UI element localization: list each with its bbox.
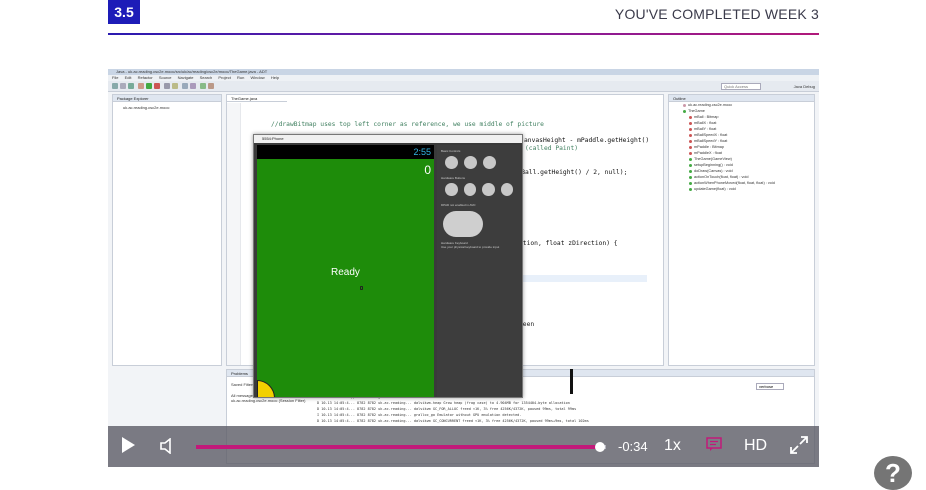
control-row: [437, 153, 521, 172]
code-fragment: anvasHeight - mPaddle.getHeight(): [524, 137, 650, 144]
outline-list: uk.ac.reading.csc2e.mooc TheGame mBall :…: [669, 102, 814, 192]
ide-menu-item: Navigate: [177, 75, 194, 80]
toolbar-icon: [112, 83, 118, 89]
ready-text: Ready: [331, 267, 360, 278]
logcat-table: L Time PID TID Application Tag Text D 10…: [317, 394, 817, 424]
playback-speed-button[interactable]: 1x: [664, 437, 681, 455]
basic-controls-label: Basic Controls: [441, 149, 461, 153]
toolbar-icon: [128, 83, 134, 89]
log-level-select: verbose: [756, 383, 784, 390]
toolbar-icon: [146, 83, 152, 89]
toolbar-icon: [172, 83, 178, 89]
logcat-row: D 10-13 14:05:4... 8782 8782 uk.ac.readi…: [317, 419, 589, 423]
game-score: 0: [424, 163, 431, 177]
page: 3.5 YOU'VE COMPLETED WEEK 3 Java - uk.ac…: [0, 0, 926, 490]
outline-item: updateGame(float) : void: [669, 186, 814, 192]
android-emulator-window: 5554:Phone 2:55 0 Ready Basic Controls H: [253, 134, 523, 398]
header-divider: [108, 33, 819, 35]
outline-tab: Outline: [669, 95, 814, 102]
code-line: //drawBitmap uses top left corner as ref…: [271, 121, 544, 128]
ide-menu-item: Help: [270, 75, 280, 80]
editor-gutter: [227, 103, 241, 365]
ide-menu-item: Refactor: [137, 75, 153, 80]
mouse-cursor-icon: [360, 286, 363, 290]
hardware-buttons-label: Hardware Buttons: [441, 176, 466, 180]
week-complete-title: YOU'VE COMPLETED WEEK 3: [614, 6, 819, 22]
fullscreen-icon[interactable]: [790, 436, 808, 454]
ide-menu-item: Project: [218, 75, 231, 80]
toolbar-icon: [164, 83, 170, 89]
editor-tab: TheGame.java: [227, 95, 287, 102]
toolbar-icon: [190, 83, 196, 89]
emulator-controls: Basic Controls Hardware Buttons DPAD not…: [437, 145, 521, 397]
toolbar-icon: [120, 83, 126, 89]
paddle-icon: [257, 380, 275, 397]
package-explorer: Package Explorer uk.ac.reading.csc2e.moo…: [112, 94, 222, 366]
dpad-label: DPAD not enabled in AVD: [441, 203, 476, 207]
ide-menu-item: Search: [199, 75, 213, 80]
help-button[interactable]: ?: [874, 456, 912, 490]
ide-menu-item: Source: [158, 75, 172, 80]
transcript-icon[interactable]: [706, 437, 722, 451]
emulator-title: 5554:Phone: [254, 135, 522, 143]
keyboard-hint: Use your physical keyboard to provide in…: [441, 245, 500, 249]
video-control-bar: -0:34 1x HD: [108, 426, 819, 467]
control-row: [437, 180, 521, 199]
step-number-badge: 3.5: [108, 0, 140, 24]
package-explorer-tab: Package Explorer: [113, 95, 221, 102]
toolbar-icon: [182, 83, 188, 89]
text-cursor: [570, 369, 573, 394]
dpad-icon: [443, 211, 483, 237]
keyboard-label: Hardware Keyboard: [441, 241, 468, 245]
outline-view: Outline uk.ac.reading.csc2e.mooc TheGame…: [668, 94, 815, 366]
scrub-handle[interactable]: [594, 442, 605, 452]
search-icon: [500, 183, 513, 196]
volume-down-icon: [445, 156, 458, 169]
ide-menu-item: File: [112, 75, 119, 80]
quick-access-field: Quick Access: [721, 83, 761, 90]
home-icon: [445, 183, 458, 196]
menu-icon: [463, 183, 476, 196]
ide-menu-item: Run: [236, 75, 245, 80]
toolbar-icon: [154, 83, 160, 89]
power-icon: [483, 156, 496, 169]
ide-menu-item: Window: [250, 75, 265, 80]
progress-fill: [196, 445, 600, 449]
time-remaining: -0:34: [618, 439, 648, 454]
toolbar-icon: [138, 83, 144, 89]
volume-up-icon: [464, 156, 477, 169]
emulator-screen: 2:55 0 Ready: [257, 145, 434, 397]
volume-icon[interactable]: [160, 438, 174, 454]
ide-menu-item: Edit: [124, 75, 132, 80]
code-fragment: ction, float zDirection) {: [519, 240, 618, 247]
perspective-switcher: Java Debug: [793, 84, 815, 89]
toolbar-icon: [200, 83, 206, 89]
package-item: uk.ac.reading.csc2e.mooc: [123, 105, 170, 110]
ide-screenshot: Java - uk.ac.reading.csc2e.mooc/src/uk/a…: [108, 69, 819, 467]
quality-button[interactable]: HD: [744, 437, 767, 455]
play-icon[interactable]: [122, 437, 135, 453]
video-progress-bar[interactable]: [196, 442, 606, 452]
video-player[interactable]: Java - uk.ac.reading.csc2e.mooc/src/uk/a…: [108, 69, 819, 467]
ide-toolbar: [108, 81, 819, 92]
toolbar-icon: [208, 83, 214, 89]
back-icon: [482, 183, 495, 196]
filter-item: uk.ac.reading.csc2e.mooc (Session Filter…: [231, 398, 306, 403]
android-status-bar: 2:55: [257, 145, 434, 159]
